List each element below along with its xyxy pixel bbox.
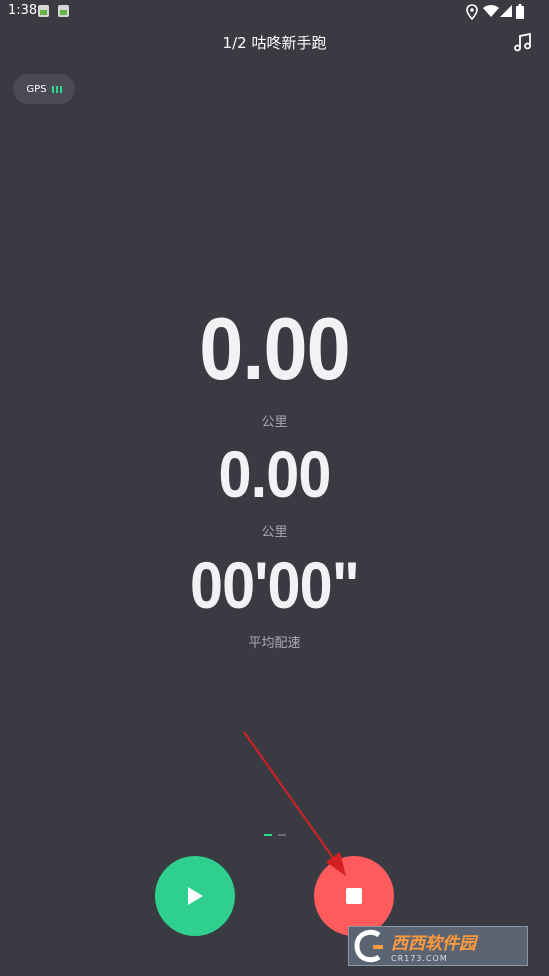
battery-icon (516, 4, 524, 19)
secondary-distance-unit: 公里 (261, 525, 288, 540)
secondary-distance-value: 0.00 (218, 437, 331, 511)
distance-unit: 公里 (261, 415, 288, 430)
music-note-icon[interactable] (511, 30, 535, 54)
cr173-logo-icon (354, 929, 383, 963)
page-dot-active (264, 834, 272, 836)
resume-button[interactable] (155, 856, 235, 936)
page-title: 1/2 咕咚新手跑 (222, 34, 327, 52)
watermark-text: 西西软件园 (391, 934, 476, 954)
watermark-logo: 西西软件园 CR173.COM (348, 926, 528, 966)
avg-pace-value: 00'00" (189, 548, 360, 622)
distance-value: 0.00 (199, 299, 350, 398)
stop-button[interactable] (314, 856, 394, 936)
gps-label: GPS (26, 83, 47, 95)
status-bar: 1:38 (0, 0, 549, 24)
image-notification-icon (58, 5, 69, 17)
gps-signal-icon (51, 85, 62, 93)
play-icon (188, 887, 203, 905)
wifi-icon (483, 5, 499, 17)
location-icon (466, 4, 478, 20)
page-indicator (264, 834, 286, 836)
page-dot (278, 834, 286, 836)
gps-status-badge: GPS (13, 74, 75, 104)
app-header: 1/2 咕咚新手跑 (0, 26, 549, 58)
signal-icon (500, 5, 512, 17)
watermark-url: CR173.COM (391, 954, 448, 963)
status-time: 1:38 (8, 3, 38, 18)
stop-icon (346, 888, 362, 904)
avg-pace-label: 平均配速 (248, 636, 301, 651)
image-notification-icon (38, 5, 49, 17)
